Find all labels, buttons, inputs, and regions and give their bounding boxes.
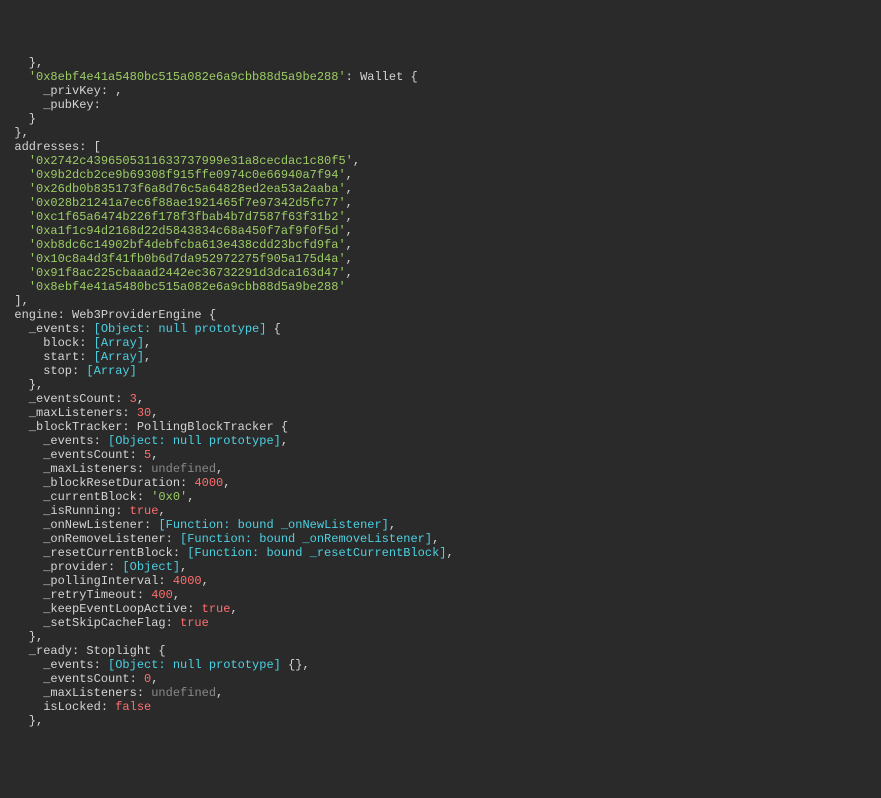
code-output: }, '0x8ebf4e41a5480bc515a082e6a9cbb88d5a… (0, 56, 881, 728)
